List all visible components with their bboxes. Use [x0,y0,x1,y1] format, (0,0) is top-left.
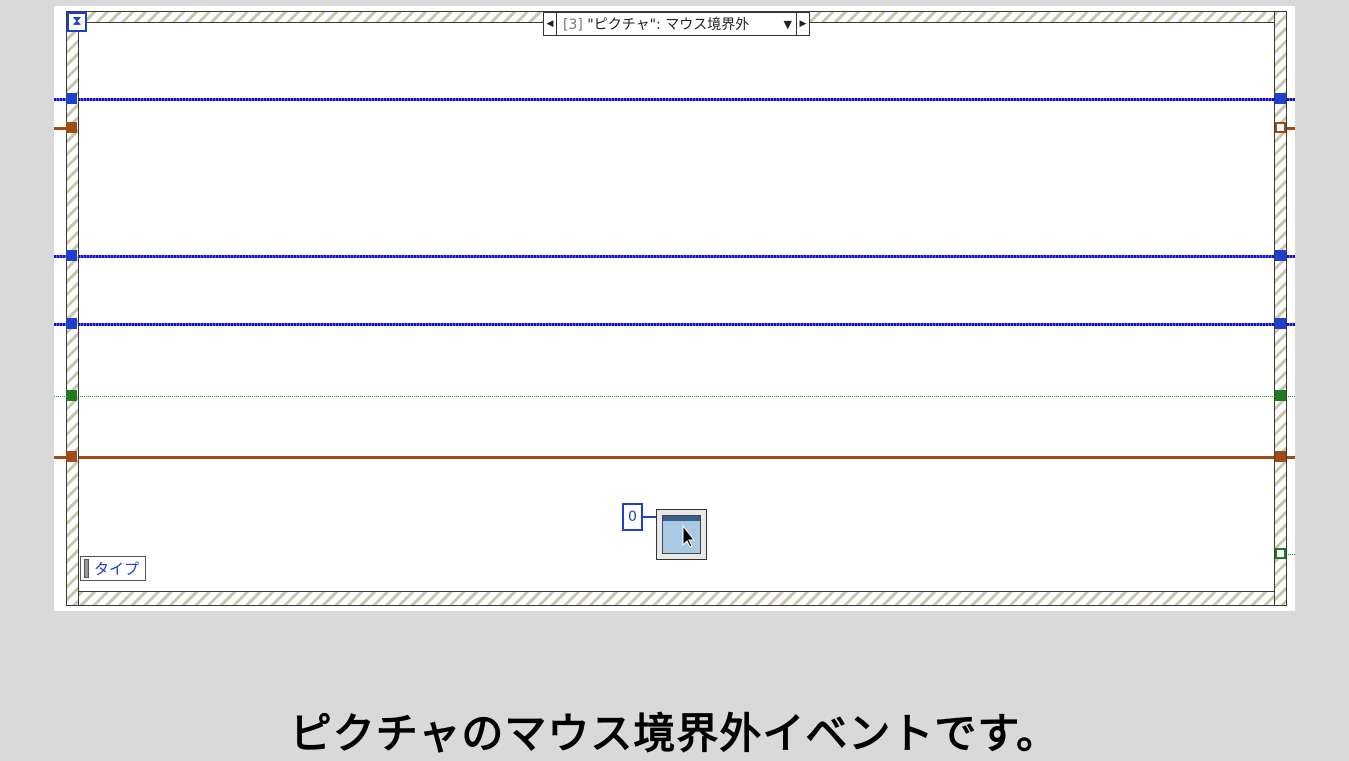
wire-orange-1-right[interactable] [1286,127,1295,130]
tunnel-right-green-2[interactable] [1275,548,1286,559]
triangle-left-icon[interactable]: ◀ [544,13,557,35]
tunnel-left-blue-2[interactable] [66,250,77,261]
event-case-index: [3] [563,17,583,33]
frame-bottom [66,591,1287,606]
event-case-selector[interactable]: ◀ [3] "ピクチャ": マウス境界外 ▼ ▶ [543,12,810,36]
wire-constant[interactable] [643,516,657,518]
tunnel-left-blue-3[interactable] [66,318,77,329]
window-icon [662,515,701,554]
hourglass-icon[interactable]: ⧗ [67,12,87,32]
tunnel-right-green-1[interactable] [1275,390,1286,401]
tunnel-left-green-1[interactable] [66,390,77,401]
tunnel-left-orange-1[interactable] [66,122,77,133]
tunnel-right-orange-2[interactable] [1275,451,1286,462]
triangle-down-icon[interactable]: ▼ [784,18,792,31]
tunnel-right-orange-1[interactable] [1275,122,1286,133]
tunnel-right-blue-1[interactable] [1275,93,1286,104]
terminal-bar-icon [84,559,89,578]
cursor-arrow-icon [682,524,696,548]
tunnel-left-blue-1[interactable] [66,93,77,104]
tunnel-right-blue-3[interactable] [1275,318,1286,329]
type-terminal-label: タイプ [94,560,140,578]
event-case-label[interactable]: [3] "ピクチャ": マウス境界外 [557,14,780,34]
tunnel-left-orange-2[interactable] [66,451,77,462]
slide-caption: ピクチャのマウス境界外イベントです。 [289,709,1060,758]
numeric-constant[interactable]: 0 [622,503,643,531]
wire-green-2[interactable] [1286,554,1295,555]
triangle-right-icon[interactable]: ▶ [796,13,809,35]
event-case-name: "ピクチャ": マウス境界外 [587,17,750,33]
type-terminal[interactable]: タイプ [80,556,146,581]
tunnel-right-blue-2[interactable] [1275,250,1286,261]
window-cursor-icon[interactable] [656,509,707,560]
